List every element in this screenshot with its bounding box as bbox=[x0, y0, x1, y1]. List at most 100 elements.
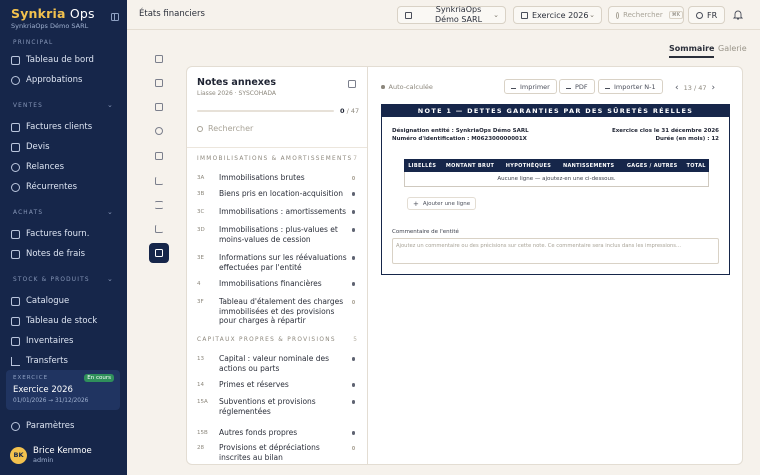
bank-icon bbox=[155, 103, 163, 111]
receipt-icon bbox=[11, 249, 20, 259]
note-list-item[interactable]: 3B Biens pris en location-acquisition bbox=[197, 189, 359, 199]
note-code: 3C bbox=[197, 208, 205, 215]
note-list-item[interactable]: 15B Autres fonds propres bbox=[197, 428, 359, 438]
section-stock: Stock & produits bbox=[13, 277, 90, 283]
sidebar-item-relances[interactable]: Relances bbox=[11, 159, 117, 175]
language-selector[interactable]: FR bbox=[688, 6, 725, 24]
brand-subtitle: SynkriaOps Démo SARL bbox=[11, 22, 89, 30]
note-list-item[interactable]: 3D Immobilisations : plus-values et moins… bbox=[197, 225, 359, 244]
exercise-card[interactable]: EXERCICE En cours Exercice 2026 01/01/20… bbox=[6, 370, 120, 410]
pdf-button[interactable]: PDF bbox=[559, 79, 595, 94]
note-code: 28 bbox=[197, 444, 204, 451]
sidebar-item-parametres[interactable]: Paramètres bbox=[11, 418, 117, 434]
note-label: Tableau d'étalement des charges immobili… bbox=[219, 297, 344, 326]
rail-income-statement-icon[interactable] bbox=[149, 73, 169, 93]
sidebar-item-label: Tableau de bord bbox=[26, 55, 94, 65]
sidebar-item-label: Paramètres bbox=[26, 421, 75, 431]
note-heading: NOTE 1 — DETTES GARANTIES PAR DES SÛRETÉ… bbox=[382, 105, 729, 117]
column-header: LIBELLÉS bbox=[403, 159, 441, 172]
invoice-icon bbox=[11, 229, 20, 239]
section-achats: Achats bbox=[13, 210, 44, 216]
language-value: FR bbox=[707, 10, 718, 20]
note-label: Immobilisations : amortissements bbox=[219, 207, 347, 216]
sidebar-item-factures-fourn[interactable]: Factures fourn. bbox=[11, 226, 117, 242]
status-dot-icon bbox=[351, 256, 355, 260]
rail-chart-icon[interactable] bbox=[149, 171, 169, 191]
tab-galerie[interactable]: Galerie bbox=[718, 44, 747, 53]
rail-bank-icon[interactable] bbox=[149, 97, 169, 117]
sidebar-item-notes-de-frais[interactable]: Notes de frais bbox=[11, 246, 117, 262]
chevron-down-icon[interactable]: ⌄ bbox=[107, 101, 113, 109]
notes-title: Notes annexes bbox=[197, 77, 277, 88]
note-list-item[interactable]: 3C Immobilisations : amortissements bbox=[197, 207, 359, 217]
user-profile[interactable]: BK Brice Kenmoe admin bbox=[10, 446, 92, 464]
note-list-item[interactable]: 4 Immobilisations financières bbox=[197, 279, 359, 289]
import-button[interactable]: Importer N-1 bbox=[598, 79, 663, 94]
note-code: 13 bbox=[197, 355, 204, 362]
progress-bar bbox=[197, 110, 334, 112]
comment-textarea[interactable]: Ajoutez un commentaire ou des précisions… bbox=[392, 238, 719, 264]
group-header[interactable]: Immobilisations & amortissements 7 bbox=[197, 156, 359, 162]
autocalc-status: Auto-calculée bbox=[381, 83, 433, 91]
sidebar-item-dashboard[interactable]: Tableau de bord bbox=[11, 52, 117, 68]
export-icon[interactable] bbox=[348, 80, 356, 88]
rail-users-icon[interactable] bbox=[149, 121, 169, 141]
sidebar-item-inventaires[interactable]: Inventaires bbox=[11, 333, 117, 349]
note-list-item[interactable]: 15A Subventions et provisions réglementée… bbox=[197, 397, 359, 416]
bell-icon[interactable] bbox=[733, 9, 743, 20]
sidebar-item-tableau-de-stock[interactable]: Tableau de stock bbox=[11, 313, 117, 329]
table-header-row: LIBELLÉS MONTANT BRUT HYPOTHÈQUES NANTISSEM… bbox=[403, 159, 709, 172]
rail-flow-icon[interactable] bbox=[149, 195, 169, 215]
sidebar-item-label: Transferts bbox=[26, 356, 68, 366]
search-input[interactable]: Rechercher ⌘K bbox=[608, 6, 684, 24]
note-list-item[interactable]: 14 Primes et réserves bbox=[197, 380, 359, 390]
chevron-down-icon[interactable]: ⌄ bbox=[107, 208, 113, 216]
sidebar-item-catalogue[interactable]: Catalogue bbox=[11, 293, 117, 309]
company-selector[interactable]: SynkriaOps Démo SARL ⌄ bbox=[397, 5, 506, 24]
rail-notes-icon[interactable] bbox=[149, 243, 169, 263]
note-list-item[interactable]: 13 Capital : valeur nominale des actions … bbox=[197, 354, 359, 373]
search-icon bbox=[197, 125, 203, 132]
note-list-item[interactable]: 3E Informations sur les réévaluations eff… bbox=[197, 253, 359, 272]
chevron-left-icon[interactable]: ‹ bbox=[675, 83, 679, 93]
sidebar-item-factures-clients[interactable]: Factures clients bbox=[11, 119, 117, 135]
users-icon bbox=[155, 127, 163, 135]
chevron-down-icon[interactable]: ⌄ bbox=[107, 275, 113, 283]
brand[interactable]: Synkria Ops SynkriaOps Démo SARL bbox=[11, 6, 95, 30]
print-button[interactable]: Imprimer bbox=[504, 79, 557, 94]
gear-icon bbox=[11, 421, 20, 431]
note-label: Immobilisations brutes bbox=[219, 173, 305, 182]
sidebar-item-approvals[interactable]: Approbations bbox=[11, 72, 117, 88]
exercise-selector[interactable]: Exercice 2026 ⌄ bbox=[513, 6, 602, 24]
note-list-item[interactable]: 3F Tableau d'étalement des charges immobi… bbox=[197, 297, 359, 326]
exercise-title: Exercice 2026 bbox=[13, 385, 73, 395]
note-code: 3F bbox=[197, 298, 204, 305]
add-line-button[interactable]: + Ajouter une ligne bbox=[407, 197, 477, 210]
section-principal: Principal bbox=[13, 40, 54, 46]
status-dot-icon bbox=[351, 431, 355, 435]
rail-trend-icon[interactable] bbox=[149, 219, 169, 239]
calendar-icon bbox=[521, 11, 528, 19]
rail-balance-sheet-icon[interactable] bbox=[149, 49, 169, 69]
file-icon bbox=[155, 79, 163, 87]
rail-layers-icon[interactable] bbox=[149, 146, 169, 166]
chevron-right-icon[interactable]: › bbox=[712, 83, 716, 93]
column-header: GAGES / AUTRES bbox=[620, 159, 685, 172]
notes-search-input[interactable]: Rechercher bbox=[197, 124, 357, 133]
group-header[interactable]: Capitaux propres & provisions 5 bbox=[197, 337, 359, 343]
note-list-item[interactable]: 28 Provisions et dépréciations inscrites … bbox=[197, 443, 359, 462]
sidebar-item-recurrentes[interactable]: Récurrentes bbox=[11, 179, 117, 195]
status-dot-icon bbox=[351, 400, 355, 404]
globe-icon bbox=[696, 11, 703, 19]
transfer-icon bbox=[11, 356, 20, 366]
exercise-label: EXERCICE bbox=[13, 375, 49, 381]
note-label: Immobilisations : plus-values et moins-v… bbox=[219, 225, 338, 244]
sidebar-item-transferts[interactable]: Transferts bbox=[11, 353, 117, 369]
note-code: 3E bbox=[197, 254, 204, 261]
sidebar-collapse-icon[interactable] bbox=[111, 13, 119, 21]
tab-sommaire[interactable]: Sommaire bbox=[669, 44, 715, 58]
grid-icon bbox=[11, 55, 20, 65]
note-code: 4 bbox=[197, 280, 201, 287]
sidebar-item-devis[interactable]: Devis bbox=[11, 139, 117, 155]
note-list-item[interactable]: 3A Immobilisations brutes bbox=[197, 173, 359, 183]
